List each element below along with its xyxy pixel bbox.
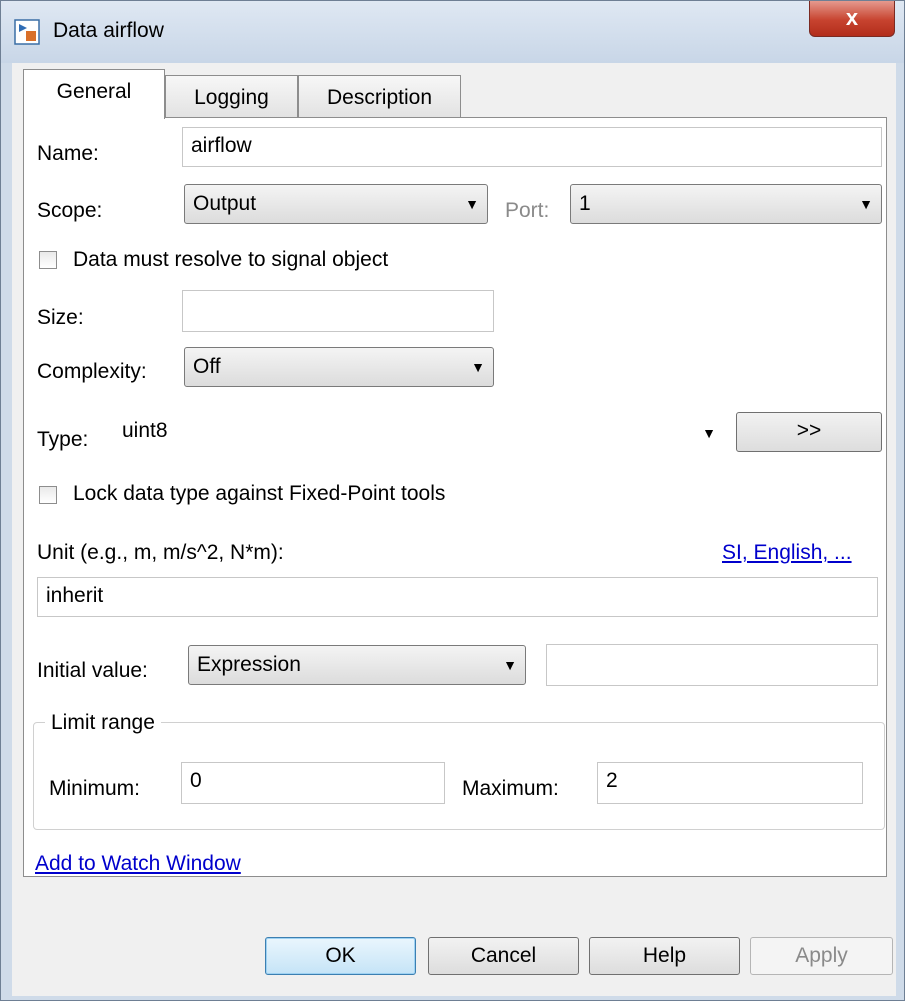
limit-range-title: Limit range — [45, 711, 161, 735]
port-dropdown[interactable]: 1 ▼ — [570, 184, 882, 224]
title-bar[interactable]: Data airflow x — [1, 1, 904, 63]
help-button[interactable]: Help — [589, 937, 740, 975]
unit-label: Unit (e.g., m, m/s^2, N*m): — [37, 541, 284, 564]
minimum-field[interactable]: 0 — [181, 762, 445, 804]
unit-field[interactable]: inherit — [37, 577, 878, 617]
chevron-down-icon: ▼ — [702, 425, 716, 441]
app-icon — [14, 19, 40, 45]
maximum-field[interactable]: 2 — [597, 762, 863, 804]
initial-value-field[interactable] — [546, 644, 878, 686]
chevron-down-icon: ▼ — [503, 657, 517, 673]
resolve-checkbox[interactable] — [39, 251, 57, 269]
scope-value: Output — [193, 192, 257, 215]
type-label: Type: — [37, 428, 89, 451]
port-label: Port: — [505, 199, 550, 222]
size-field[interactable] — [182, 290, 494, 332]
dialog-body: General Logging Description Name: airflo… — [12, 63, 896, 996]
tab-general[interactable]: General — [23, 69, 165, 119]
chevron-down-icon: ▼ — [859, 196, 873, 212]
close-icon: x — [845, 5, 859, 30]
ok-button[interactable]: OK — [265, 937, 416, 975]
tab-logging[interactable]: Logging — [165, 75, 298, 119]
chevron-down-icon: ▼ — [465, 196, 479, 212]
chevron-down-icon: ▼ — [471, 359, 485, 375]
close-button[interactable]: x — [809, 1, 895, 37]
name-field[interactable]: airflow — [182, 127, 882, 167]
resolve-label: Data must resolve to signal object — [73, 248, 389, 271]
tab-description[interactable]: Description — [298, 75, 461, 119]
size-label: Size: — [37, 306, 84, 329]
dialog-window: Data airflow x General Logging Descripti… — [0, 0, 905, 1001]
name-label: Name: — [37, 142, 99, 165]
minimum-label: Minimum: — [49, 777, 141, 800]
unit-systems-link[interactable]: SI, English, ... — [722, 541, 852, 565]
lock-checkbox[interactable] — [39, 486, 57, 504]
window-title: Data airflow — [53, 19, 164, 42]
general-panel: Name: airflow Scope: Output ▼ Port: 1 ▼ … — [23, 117, 887, 877]
port-value: 1 — [579, 192, 591, 215]
data-type-assistant-button[interactable]: >> — [736, 412, 882, 452]
complexity-label: Complexity: — [37, 360, 147, 383]
type-combo[interactable]: uint8 ▼ — [113, 412, 725, 454]
initial-value-dropdown[interactable]: Expression ▼ — [188, 645, 526, 685]
apply-button[interactable]: Apply — [750, 937, 893, 975]
cancel-button[interactable]: Cancel — [428, 937, 579, 975]
initial-value-label: Initial value: — [37, 659, 148, 682]
lock-label: Lock data type against Fixed-Point tools — [73, 482, 446, 505]
initial-value-mode: Expression — [197, 653, 301, 676]
maximum-label: Maximum: — [462, 777, 559, 800]
type-value: uint8 — [122, 419, 168, 442]
scope-dropdown[interactable]: Output ▼ — [184, 184, 488, 224]
complexity-value: Off — [193, 355, 221, 378]
add-to-watch-window-link[interactable]: Add to Watch Window — [35, 852, 241, 876]
scope-label: Scope: — [37, 199, 103, 222]
complexity-dropdown[interactable]: Off ▼ — [184, 347, 494, 387]
